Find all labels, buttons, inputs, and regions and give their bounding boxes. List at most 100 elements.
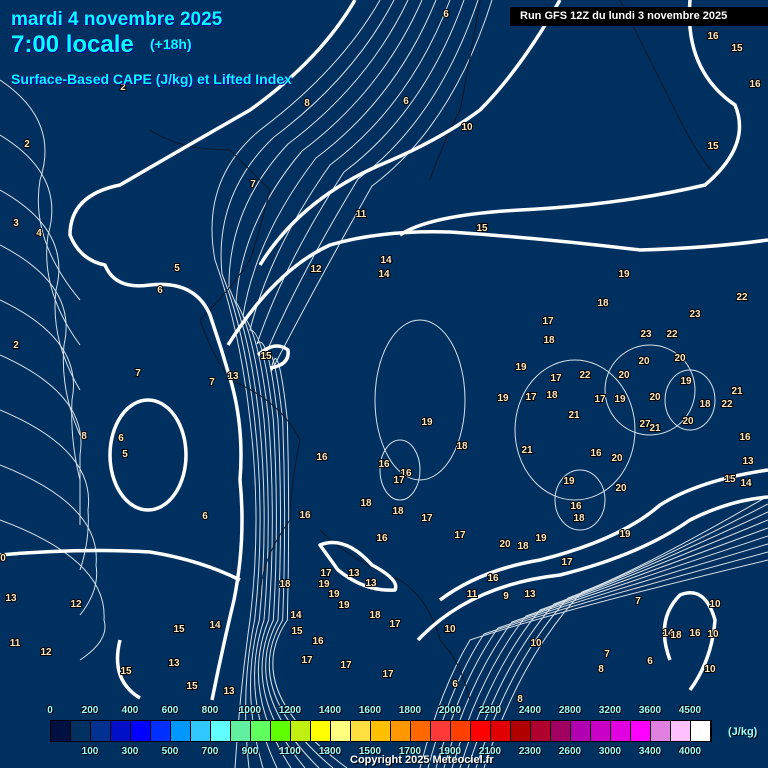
legend-swatch bbox=[531, 721, 551, 741]
contour-label: 19 bbox=[515, 362, 527, 373]
contour-label: 18 bbox=[517, 541, 529, 552]
legend-label-top: 1000 bbox=[238, 705, 262, 716]
legend-label-bottom: 500 bbox=[161, 746, 179, 757]
legend-swatch bbox=[511, 721, 531, 741]
contour-label: 20 bbox=[615, 483, 627, 494]
contour-label: 14 bbox=[378, 269, 390, 280]
legend-label-top: 4500 bbox=[678, 705, 702, 716]
contour-label: 19 bbox=[614, 394, 626, 405]
contour-label: 10 bbox=[444, 624, 456, 635]
cape-color-legend bbox=[50, 720, 712, 742]
legend-swatch bbox=[591, 721, 611, 741]
contour-label: 15 bbox=[173, 624, 185, 635]
legend-swatch bbox=[451, 721, 471, 741]
legend-swatch bbox=[291, 721, 311, 741]
contour-label: 18 bbox=[597, 298, 609, 309]
legend-swatch bbox=[471, 721, 491, 741]
contour-label: 6 bbox=[118, 433, 124, 444]
legend-label-top: 3200 bbox=[598, 705, 622, 716]
contour-label: 7 bbox=[135, 368, 141, 379]
legend-swatch bbox=[651, 721, 671, 741]
legend-swatch bbox=[351, 721, 371, 741]
legend-label-bottom: 2300 bbox=[518, 746, 542, 757]
contour-label: 11 bbox=[356, 209, 367, 220]
contour-label: 12 bbox=[40, 647, 52, 658]
legend-label-top: 400 bbox=[121, 705, 139, 716]
contour-label: 16 bbox=[312, 636, 324, 647]
contour-label: 6 bbox=[157, 285, 163, 296]
contour-label: 0 bbox=[0, 553, 6, 564]
contour-label: 18 bbox=[699, 399, 711, 410]
contour-label: 17 bbox=[421, 513, 433, 524]
contour-label: 17 bbox=[594, 394, 606, 405]
contour-label: 10 bbox=[709, 599, 721, 610]
contour-label: 23 bbox=[640, 329, 652, 340]
contour-label: 15 bbox=[186, 681, 198, 692]
legend-swatch bbox=[231, 721, 251, 741]
legend-swatch bbox=[431, 721, 451, 741]
contour-label: 19 bbox=[338, 600, 350, 611]
lifted-index-contours bbox=[0, 0, 768, 701]
legend-label-top: 2000 bbox=[438, 705, 462, 716]
legend-swatch bbox=[191, 721, 211, 741]
contour-label: 14 bbox=[290, 610, 302, 621]
contour-label: 17 bbox=[525, 392, 537, 403]
legend-swatch bbox=[251, 721, 271, 741]
contour-label: 18 bbox=[360, 498, 372, 509]
contour-label: 16 bbox=[749, 79, 761, 90]
legend-swatch bbox=[671, 721, 691, 741]
forecast-lead: (+18h) bbox=[150, 36, 192, 52]
legend-swatch bbox=[551, 721, 571, 741]
contour-label: 17 bbox=[561, 557, 573, 568]
contour-label: 16 bbox=[487, 573, 499, 584]
contour-label: 19 bbox=[421, 417, 433, 428]
contour-label: 15 bbox=[724, 474, 736, 485]
legend-swatch bbox=[171, 721, 191, 741]
contour-label: 20 bbox=[499, 539, 511, 550]
legend-swatch bbox=[571, 721, 591, 741]
weather-map: 6 16 15 16 2 8 6 10 15 2 7 11 15 4 3 5 12 14 14 19 18 22 6 17 18… bbox=[0, 0, 768, 768]
contour-label: 18 bbox=[456, 441, 468, 452]
forecast-time: 7:00 locale bbox=[11, 31, 134, 58]
contour-label: 5 bbox=[174, 263, 180, 274]
contour-label: 7 bbox=[635, 596, 641, 607]
contour-label: 20 bbox=[618, 370, 630, 381]
legend-label-top: 2200 bbox=[478, 705, 502, 716]
contour-label: 22 bbox=[666, 329, 678, 340]
contour-label: 8 bbox=[304, 98, 310, 109]
legend-swatch bbox=[371, 721, 391, 741]
contour-label: 13 bbox=[742, 456, 754, 467]
contour-label: 19 bbox=[328, 589, 340, 600]
contour-label: 7 bbox=[250, 179, 256, 190]
legend-label-top: 2800 bbox=[558, 705, 582, 716]
contour-label: 19 bbox=[618, 269, 630, 280]
contour-label: 14 bbox=[209, 620, 221, 631]
parameter-title: Surface-Based CAPE (J/kg) et Lifted Inde… bbox=[11, 71, 292, 87]
contour-label: 2 bbox=[13, 340, 19, 351]
legend-swatch bbox=[611, 721, 631, 741]
contour-label: 6 bbox=[443, 9, 449, 20]
contour-label: 17 bbox=[382, 669, 394, 680]
contour-label: 18 bbox=[573, 513, 585, 524]
legend-label-bottom: 1300 bbox=[318, 746, 342, 757]
contour-label: 17 bbox=[393, 475, 405, 486]
legend-label-top: 1200 bbox=[278, 705, 302, 716]
contour-label: 11 bbox=[10, 638, 21, 649]
legend-swatch bbox=[71, 721, 91, 741]
legend-swatch bbox=[391, 721, 411, 741]
contour-label: 17 bbox=[301, 655, 313, 666]
contour-label: 19 bbox=[619, 529, 631, 540]
contour-label: 13 bbox=[348, 568, 360, 579]
contour-label: 13 bbox=[5, 593, 17, 604]
contour-label: 16 bbox=[299, 510, 311, 521]
legend-unit: (J/kg) bbox=[728, 726, 758, 738]
contour-label: 20 bbox=[674, 353, 686, 364]
contour-label: 8 bbox=[81, 431, 87, 442]
contour-label: 17 bbox=[542, 316, 554, 327]
contour-label: 6 bbox=[202, 511, 208, 522]
contour-label: 21 bbox=[521, 445, 533, 456]
contour-label: 21 bbox=[649, 423, 661, 434]
contour-label: 22 bbox=[721, 399, 733, 410]
legend-label-top: 1400 bbox=[318, 705, 342, 716]
contour-label: 14 bbox=[380, 255, 392, 266]
